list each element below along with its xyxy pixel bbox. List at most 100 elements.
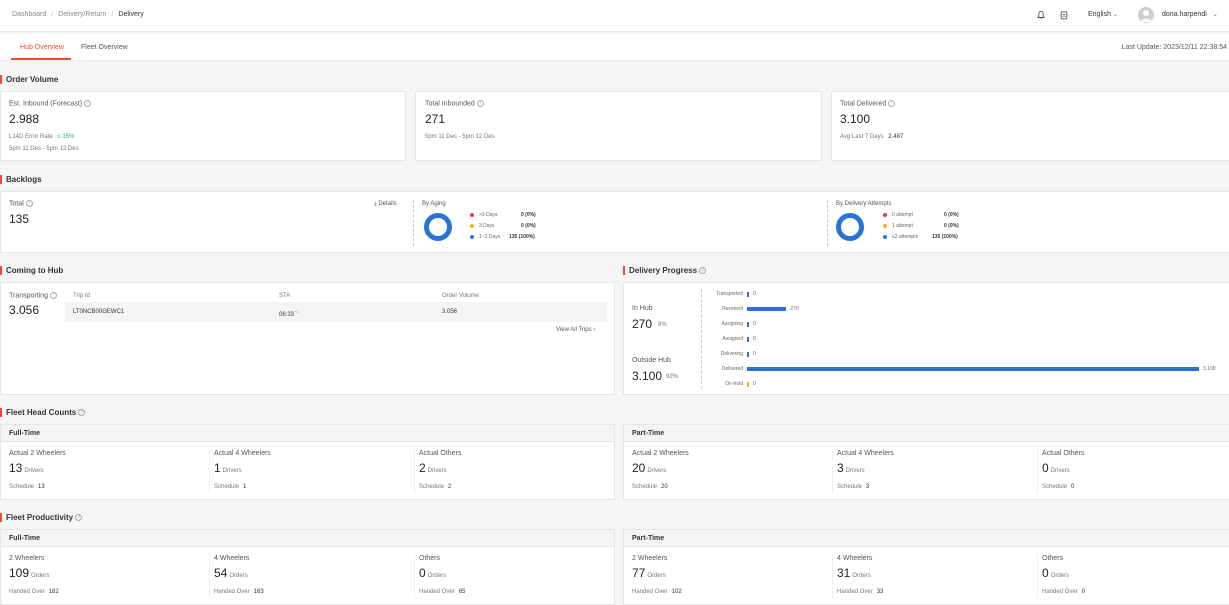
section-title-backlogs: Backlogs (0, 175, 42, 184)
stage-value: 270 (790, 306, 799, 312)
help-icon[interactable]: ? (78, 409, 86, 417)
metric-label: 2 Wheelers (9, 555, 45, 562)
stage-label: On-hold (725, 381, 743, 387)
fleet-head-counts-card: Part-Time Actual 2 Wheelers 20 Drivers Sched… (623, 424, 1229, 500)
card-total-delivered: Total Delivered? 3.100 Avg Last 7 Days 2… (831, 91, 1229, 161)
aging-legend-label: 1~2 Days (479, 234, 501, 240)
total-inbounded-label: Total Inbounded? (425, 100, 484, 107)
avg-last-7-days: Avg Last 7 Days 2.487 (840, 134, 904, 140)
by-attempts-title: By Delivery Attempts (836, 201, 892, 207)
metric-sub: Schedule 13 (9, 484, 45, 490)
stage-label: Assigning (721, 321, 743, 327)
card-total-inbounded: Total Inbounded? 271 5pm 11 Des - 5pm 12… (415, 91, 822, 161)
card-delivery-progress: In Hub 270 8% Outside Hub 3.100 92% Tran… (623, 282, 1229, 395)
card-coming-to-hub: Transporting? 3.056 Trip Id STA Order Vo… (0, 282, 615, 395)
metric-sub: Handed Over 102 (632, 589, 682, 595)
legend-dot-blue (470, 235, 474, 239)
help-icon[interactable]: ? (75, 514, 83, 522)
est-inbound-range: 5pm 11 Des - 5pm 12 Des (9, 146, 79, 152)
help-icon[interactable]: ? (699, 267, 707, 275)
download-icon: ⤓ (374, 201, 377, 207)
metric-sub: Handed Over 182 (9, 589, 59, 595)
metric-label: Others (1042, 555, 1064, 562)
metric-value: 0 Orders (1042, 566, 1070, 580)
stage-value: 0 (753, 321, 756, 327)
legend-dot-yellow (470, 224, 474, 228)
metric-label: Actual Others (1042, 450, 1085, 457)
aging-legend-label: >3 Days (479, 212, 498, 218)
table-row[interactable]: LT0NCB00GEWC1 06:33+1 3.056 (65, 302, 607, 322)
metric-sub: Schedule 3 (837, 484, 870, 490)
view-all-trips-link[interactable]: View All Trips › (556, 327, 595, 333)
breadcrumb-dashboard[interactable]: Dashboard (12, 11, 46, 18)
fleet-productivity-card: Full-Time 2 Wheelers 109 Orders Handed Over 1… (0, 529, 615, 605)
active-tab-indicator (11, 58, 71, 60)
stage-label: Delivered (721, 366, 743, 372)
est-inbound-value: 2.988 (9, 112, 40, 126)
metric-sub: Schedule 0 (1042, 484, 1075, 490)
stage-bar (747, 352, 749, 357)
metric-value: 109 Orders (9, 566, 50, 580)
aging-legend-value: 135 (100%) (509, 234, 535, 240)
help-icon[interactable]: ? (50, 292, 58, 299)
group-header: Part-Time (624, 425, 1229, 442)
stage-bar (747, 337, 749, 342)
chevron-down-icon: ⌄ (1212, 12, 1218, 18)
help-icon[interactable]: ? (888, 100, 896, 107)
breadcrumb: Dashboard / Delivery/Return / Delivery (12, 11, 144, 18)
help-icon[interactable]: ? (84, 100, 92, 107)
bell-icon[interactable] (1036, 10, 1046, 20)
tab-fleet-overview[interactable]: Fleet Overview (81, 44, 128, 51)
outside-hub-label: Outside Hub (632, 357, 671, 364)
order-volume-cell: 3.056 (442, 309, 458, 315)
user-menu[interactable]: dona.harpendi ⌄ (1162, 11, 1218, 18)
metric-label: Others (419, 555, 441, 562)
attempts-legend-value: 0 (0%) (944, 223, 959, 229)
fleet-productivity-card: Part-Time 2 Wheelers 77 Orders Handed Over 10… (623, 529, 1229, 605)
stage-value: 3.100 (1203, 366, 1216, 372)
stage-value: 0 (753, 336, 756, 342)
details-link[interactable]: ⤓ Details (374, 201, 397, 208)
stage-value: 0 (753, 291, 756, 297)
attempts-legend-label: 0 attempt (892, 212, 913, 218)
backlog-total-value: 135 (9, 212, 30, 226)
breadcrumb-delivery-return[interactable]: Delivery/Return (58, 11, 106, 18)
stage-bar (747, 307, 787, 311)
attempts-legend-label: ≥2 attempts (892, 234, 919, 240)
breadcrumb-delivery: Delivery (118, 11, 144, 18)
avatar[interactable] (1138, 7, 1154, 23)
legend-dot-red (883, 213, 887, 217)
total-delivered-label: Total Delivered? (840, 100, 896, 107)
stage-value: 0 (753, 351, 756, 357)
divider (209, 554, 210, 598)
stage-bar (747, 322, 749, 327)
card-backlogs: Total? 135 ⤓ Details By Aging >3 Days 0 … (0, 191, 1229, 253)
tab-bar: Hub Overview Fleet Overview Last Update:… (0, 34, 1229, 61)
metric-value: 13 Drivers (9, 461, 44, 475)
divider (832, 554, 833, 598)
help-icon[interactable]: ? (476, 100, 484, 107)
language-selector[interactable]: English ⌄ (1088, 11, 1118, 18)
metric-sub: Handed Over 65 (419, 589, 466, 595)
stage-label: Assigned (722, 336, 743, 342)
chevron-right-icon: › (593, 327, 596, 333)
trip-id-cell: LT0NCB00GEWC1 (73, 309, 125, 315)
stage-bar (747, 292, 749, 297)
divider (1037, 554, 1038, 598)
metric-value: 54 Orders (214, 566, 248, 580)
stage-label: Transported (716, 291, 743, 297)
tab-hub-overview[interactable]: Hub Overview (20, 44, 64, 51)
attempts-legend-label: 1 attempt (892, 223, 913, 229)
section-title-fleet-head-counts: Fleet Head Counts? (0, 408, 86, 417)
metric-value: 0 Drivers (1042, 461, 1070, 475)
outside-hub-pct: 92% (666, 374, 679, 380)
metric-value: 1 Drivers (214, 461, 242, 475)
metric-label: 2 Wheelers (632, 555, 668, 562)
clipboard-icon[interactable] (1059, 10, 1069, 20)
attempts-donut-chart (836, 213, 864, 241)
legend-dot-red (470, 213, 474, 217)
transporting-value: 3.056 (9, 303, 40, 317)
help-icon[interactable]: ? (25, 200, 33, 207)
group-header: Part-Time (624, 530, 1229, 547)
metric-label: Actual 2 Wheelers (632, 450, 689, 457)
